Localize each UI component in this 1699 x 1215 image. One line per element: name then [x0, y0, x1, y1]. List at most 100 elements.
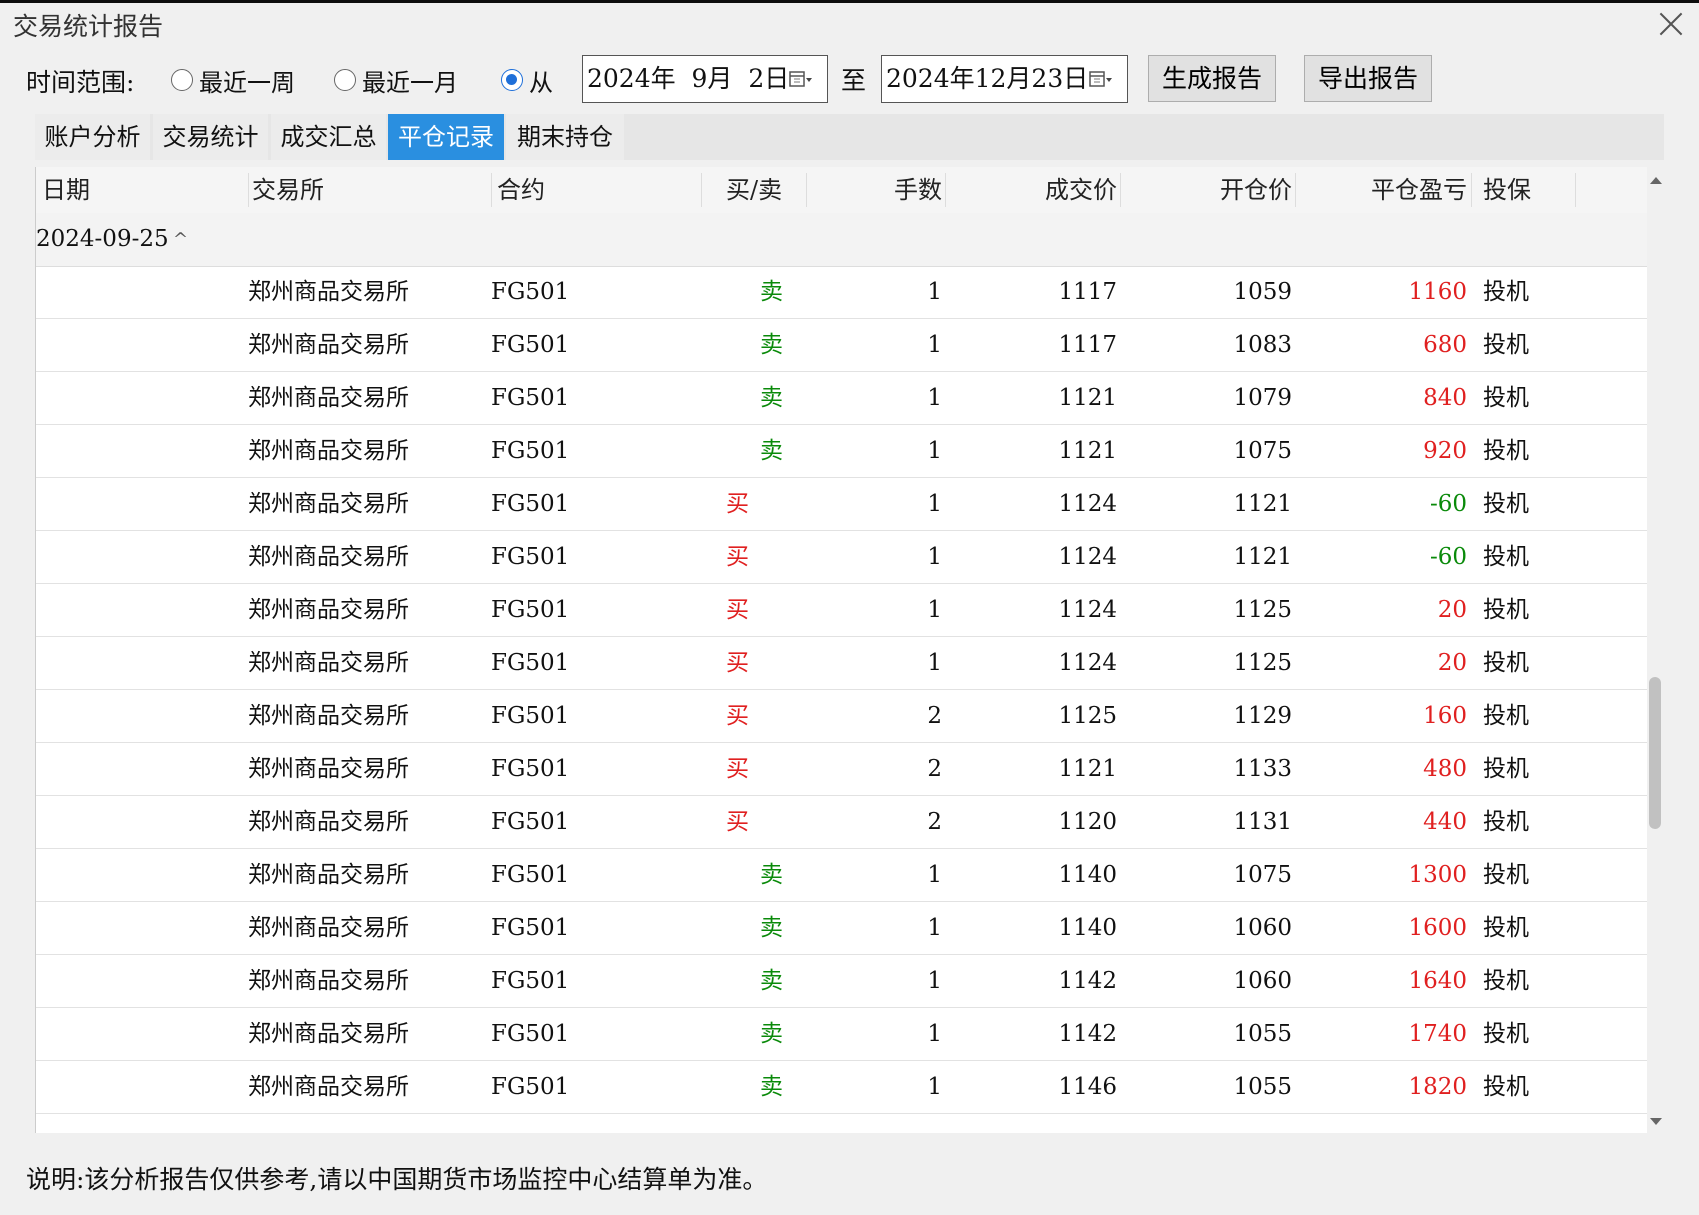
table-row[interactable]: 郑州商品交易所 FG501 卖 1 1121 1079 840 投机 — [36, 372, 1648, 425]
date-from-input[interactable]: 2024年 9月 2日 — [582, 55, 828, 103]
cell-close-pnl: 1300 — [1408, 862, 1467, 888]
cell-side: 卖 — [760, 968, 783, 994]
cell-lots: 1 — [927, 1074, 942, 1100]
cell-hedge: 投机 — [1483, 862, 1529, 888]
cell-side: 买 — [726, 597, 749, 623]
table-row[interactable]: 郑州商品交易所 FG501 卖 1 1142 1060 1640 投机 — [36, 955, 1648, 1008]
to-label: 至 — [841, 66, 867, 95]
table-row[interactable]: 郑州商品交易所 FG501 卖 1 1140 1060 1600 投机 — [36, 902, 1648, 955]
table-row-partial[interactable] — [36, 1114, 1648, 1133]
col-header-close-pnl[interactable]: 平仓盈亏 — [1295, 167, 1467, 213]
table-row[interactable]: 郑州商品交易所 FG501 卖 1 1142 1055 1740 投机 — [36, 1008, 1648, 1061]
cell-lots: 1 — [927, 544, 942, 570]
scroll-down-arrow-icon[interactable] — [1650, 1118, 1662, 1125]
cell-price: 1124 — [1058, 491, 1117, 517]
cell-price: 1117 — [1058, 332, 1117, 358]
radio-last-week-label: 最近一周 — [199, 68, 295, 97]
vertical-scrollbar[interactable] — [1647, 167, 1664, 1133]
cell-open-price: 1055 — [1233, 1074, 1292, 1100]
radio-last-week[interactable]: 最近一周 — [171, 63, 295, 97]
column-divider — [248, 173, 249, 207]
close-icon[interactable] — [1653, 6, 1689, 42]
footer-note: 说明:该分析报告仅供参考,请以中国期货市场监控中心结算单为准。 — [26, 1165, 768, 1194]
tab-trade-statistics[interactable]: 交易统计 — [153, 114, 268, 160]
cell-lots: 1 — [927, 650, 942, 676]
cell-contract: FG501 — [491, 1021, 570, 1047]
col-header-hedge[interactable]: 投保 — [1483, 167, 1531, 213]
cell-contract: FG501 — [491, 862, 570, 888]
cell-contract: FG501 — [491, 491, 570, 517]
tab-ending-positions[interactable]: 期末持仓 — [506, 114, 624, 160]
cell-side: 卖 — [760, 332, 783, 358]
table-row[interactable]: 郑州商品交易所 FG501 买 1 1124 1125 20 投机 — [36, 584, 1648, 637]
cell-hedge: 投机 — [1483, 332, 1529, 358]
scroll-up-arrow-icon[interactable] — [1650, 177, 1662, 184]
table-row[interactable]: 郑州商品交易所 FG501 买 1 1124 1125 20 投机 — [36, 637, 1648, 690]
calendar-dropdown-icon[interactable] — [789, 69, 813, 89]
cell-close-pnl: 1820 — [1408, 1074, 1467, 1100]
cell-exchange: 郑州商品交易所 — [248, 279, 409, 305]
cell-close-pnl: 840 — [1423, 385, 1467, 411]
cell-contract: FG501 — [491, 968, 570, 994]
cell-hedge: 投机 — [1483, 279, 1529, 305]
tab-account-analysis[interactable]: 账户分析 — [35, 114, 150, 160]
col-header-lots[interactable]: 手数 — [806, 167, 942, 213]
col-header-price[interactable]: 成交价 — [945, 167, 1117, 213]
scrollbar-thumb[interactable] — [1649, 677, 1661, 829]
cell-price: 1142 — [1058, 968, 1117, 994]
group-date-label: 2024-09-25 — [36, 226, 169, 252]
table-row[interactable]: 郑州商品交易所 FG501 卖 1 1117 1059 1160 投机 — [36, 266, 1648, 319]
col-header-side[interactable]: 买/卖 — [726, 167, 782, 213]
col-header-open-price[interactable]: 开仓价 — [1120, 167, 1292, 213]
cell-contract: FG501 — [491, 915, 570, 941]
collapse-caret-icon[interactable]: ^ — [173, 213, 188, 266]
table-row[interactable]: 郑州商品交易所 FG501 买 1 1124 1121 -60 投机 — [36, 531, 1648, 584]
cell-lots: 2 — [927, 703, 942, 729]
col-header-contract[interactable]: 合约 — [497, 167, 545, 213]
cell-exchange: 郑州商品交易所 — [248, 756, 409, 782]
table-row[interactable]: 郑州商品交易所 FG501 买 2 1125 1129 160 投机 — [36, 690, 1648, 743]
cell-contract: FG501 — [491, 597, 570, 623]
cell-close-pnl: 20 — [1437, 650, 1467, 676]
date-group-row[interactable]: 2024-09-25 ^ — [36, 213, 1648, 267]
cell-lots: 1 — [927, 1021, 942, 1047]
cell-hedge: 投机 — [1483, 968, 1529, 994]
cell-hedge: 投机 — [1483, 597, 1529, 623]
tab-trade-summary[interactable]: 成交汇总 — [271, 114, 386, 160]
table-row[interactable]: 郑州商品交易所 FG501 卖 1 1121 1075 920 投机 — [36, 425, 1648, 478]
title-bar: 交易统计报告 — [0, 3, 1699, 47]
cell-side: 买 — [726, 650, 749, 676]
cell-exchange: 郑州商品交易所 — [248, 332, 409, 358]
cell-contract: FG501 — [491, 756, 570, 782]
cell-price: 1124 — [1058, 544, 1117, 570]
col-header-exchange[interactable]: 交易所 — [252, 167, 324, 213]
col-header-date[interactable]: 日期 — [42, 167, 90, 213]
radio-custom-range[interactable]: 从 — [501, 63, 553, 97]
date-to-input[interactable]: 2024年12月23日 — [881, 55, 1128, 103]
cell-price: 1121 — [1058, 438, 1117, 464]
column-divider — [701, 173, 702, 207]
table-row[interactable]: 郑州商品交易所 FG501 卖 1 1117 1083 680 投机 — [36, 319, 1648, 372]
cell-contract: FG501 — [491, 544, 570, 570]
calendar-dropdown-icon[interactable] — [1089, 69, 1113, 89]
generate-report-button[interactable]: 生成报告 — [1148, 55, 1276, 102]
export-report-button[interactable]: 导出报告 — [1304, 55, 1432, 102]
cell-exchange: 郑州商品交易所 — [248, 862, 409, 888]
radio-last-month[interactable]: 最近一月 — [334, 63, 458, 97]
table-header: 日期 交易所 合约 买/卖 手数 成交价 开仓价 平仓盈亏 投保 — [36, 167, 1648, 214]
date-to-value: 2024年12月23日 — [886, 64, 1089, 93]
table-row[interactable]: 郑州商品交易所 FG501 买 2 1121 1133 480 投机 — [36, 743, 1648, 796]
cell-close-pnl: 680 — [1423, 332, 1467, 358]
cell-open-price: 1083 — [1233, 332, 1292, 358]
table-row[interactable]: 郑州商品交易所 FG501 卖 1 1140 1075 1300 投机 — [36, 849, 1648, 902]
table-row[interactable]: 郑州商品交易所 FG501 买 1 1124 1121 -60 投机 — [36, 478, 1648, 531]
table-row[interactable]: 郑州商品交易所 FG501 卖 1 1146 1055 1820 投机 — [36, 1061, 1648, 1114]
tab-close-records[interactable]: 平仓记录 — [388, 114, 504, 160]
column-divider — [1575, 173, 1576, 207]
cell-open-price: 1075 — [1233, 862, 1292, 888]
table-row[interactable]: 郑州商品交易所 FG501 买 2 1120 1131 440 投机 — [36, 796, 1648, 849]
cell-open-price: 1131 — [1233, 809, 1292, 835]
date-from-value: 2024年 9月 2日 — [587, 64, 790, 93]
close-records-table: 日期 交易所 合约 买/卖 手数 成交价 开仓价 平仓盈亏 投保 2024-09… — [35, 167, 1648, 1133]
cell-price: 1124 — [1058, 650, 1117, 676]
